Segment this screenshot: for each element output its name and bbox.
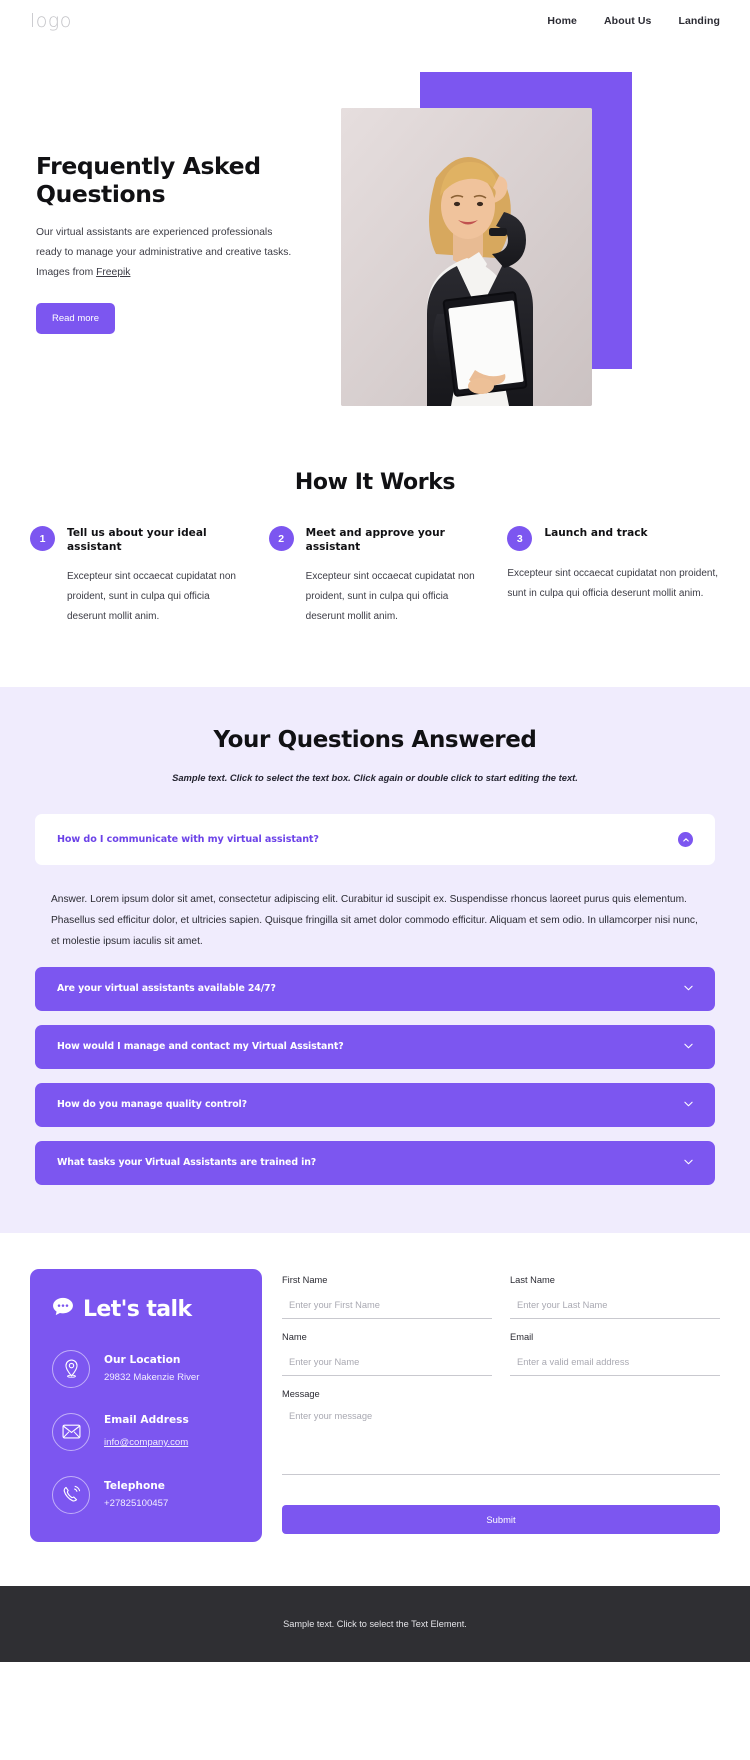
contact-item-text: Email Address info@company.com — [104, 1414, 189, 1450]
faq-section: Your Questions Answered Sample text. Cli… — [0, 687, 750, 1233]
accordion-question: What tasks your Virtual Assistants are t… — [57, 1157, 317, 1169]
step-description: Excepteur sint occaecat cupidatat non pr… — [67, 571, 236, 623]
hero-paragraph-line-2: ready to manage your administrative and … — [36, 247, 292, 259]
faq-subtitle: Sample text. Click to select the text bo… — [172, 772, 578, 784]
contact-item-label: Email Address — [104, 1413, 189, 1426]
site-header: logo Home About Us Landing — [0, 0, 750, 42]
first-name-label: First Name — [282, 1274, 328, 1285]
hero-paragraph-line-1: Our virtual assistants are experienced p… — [36, 227, 273, 239]
step-item-3: 3 Launch and track Excepteur sint occaec… — [507, 525, 720, 627]
map-pin-icon — [52, 1349, 90, 1388]
form-group-name: Name — [282, 1332, 492, 1376]
freepik-link[interactable]: Freepik — [96, 267, 130, 278]
form-group-first-name: First Name — [282, 1275, 492, 1319]
accordion-question: How would I manage and contact my Virtua… — [57, 1041, 344, 1053]
nav-item-home[interactable]: Home — [547, 15, 577, 27]
step-header: 2 Meet and approve your assistant — [268, 525, 482, 554]
site-footer: Sample text. Click to select the Text El… — [0, 1585, 750, 1662]
chevron-up-circle-icon[interactable] — [678, 832, 693, 848]
submit-button[interactable]: Submit — [282, 1504, 720, 1534]
step-title: Launch and track — [544, 527, 648, 539]
accordion-question: How do you manage quality control? — [57, 1099, 248, 1111]
nav-item-landing[interactable]: Landing — [678, 15, 720, 27]
chat-bubble-icon — [52, 1297, 74, 1321]
hero-paragraph: Our virtual assistants are experienced p… — [36, 223, 306, 282]
hero-section: Frequently Asked Questions Our virtual a… — [0, 42, 750, 442]
steps-list: 1 Tell us about your ideal assistant Exc… — [30, 525, 720, 627]
contact-item-text: Telephone +27825100457 — [104, 1480, 168, 1509]
name-label: Name — [282, 1331, 307, 1342]
step-number-badge: 2 — [268, 526, 294, 551]
chevron-down-icon[interactable] — [684, 1100, 693, 1110]
step-item-2: 2 Meet and approve your assistant Except… — [268, 525, 482, 627]
hero-credit-prefix: Images from — [36, 266, 97, 278]
contact-item-email: Email Address info@company.com — [52, 1412, 240, 1451]
chevron-down-icon[interactable] — [684, 1042, 693, 1052]
hero-photo — [341, 108, 592, 406]
contact-section: Let's talk Our Location 29832 Makenzie R… — [0, 1232, 750, 1586]
chevron-down-icon[interactable] — [684, 984, 693, 994]
accordion-question: How do I communicate with my virtual ass… — [57, 834, 319, 846]
step-description: Excepteur sint occaecat cupidatat non pr… — [507, 568, 719, 599]
step-title: Meet and approve your assistant — [305, 527, 445, 554]
accordion-question: Are your virtual assistants available 24… — [57, 983, 276, 995]
form-group-email: Email — [510, 1332, 720, 1376]
read-more-button[interactable]: Read more — [36, 302, 115, 334]
lets-talk-card: Let's talk Our Location 29832 Makenzie R… — [30, 1268, 262, 1542]
step-header: 1 Tell us about your ideal assistant — [30, 525, 243, 554]
page-title: Frequently Asked Questions — [36, 152, 261, 209]
accordion-item-open[interactable]: How do I communicate with my virtual ass… — [35, 814, 715, 866]
hero-copy: Frequently Asked Questions Our virtual a… — [36, 152, 306, 334]
step-header: 3 Launch and track — [507, 525, 720, 551]
form-row-1: First Name Last Name — [282, 1275, 720, 1332]
nav-item-about-us[interactable]: About Us — [604, 15, 651, 27]
lets-talk-header: Let's talk — [52, 1297, 240, 1322]
main-navigation: Home About Us Landing — [547, 15, 720, 27]
contact-item-text: Our Location 29832 Makenzie River — [104, 1354, 199, 1383]
footer-text: Sample text. Click to select the Text El… — [283, 1618, 467, 1629]
contact-item-value: +27825100457 — [104, 1498, 169, 1510]
faq-title: Your Questions Answered — [213, 727, 537, 754]
contact-item-value: 29832 Makenzie River — [104, 1372, 200, 1384]
form-row-2: Name Email — [282, 1332, 720, 1389]
site-logo[interactable]: logo — [30, 10, 72, 32]
step-number-badge: 3 — [507, 526, 533, 551]
contact-item-value[interactable]: info@company.com — [104, 1437, 188, 1448]
contact-item-label: Telephone — [104, 1480, 165, 1493]
lets-talk-title: Let's talk — [83, 1296, 192, 1322]
businesswoman-illustration — [341, 108, 592, 406]
message-textarea[interactable] — [282, 1408, 720, 1475]
last-name-label: Last Name — [510, 1274, 555, 1285]
step-number-badge: 1 — [30, 526, 55, 551]
how-it-works-section: How It Works 1 Tell us about your ideal … — [0, 442, 750, 688]
step-item-1: 1 Tell us about your ideal assistant Exc… — [30, 525, 243, 627]
contact-item-label: Our Location — [104, 1354, 181, 1367]
contact-form: First Name Last Name Name Email Message … — [282, 1269, 720, 1542]
envelope-icon — [52, 1412, 90, 1451]
accordion-item-1[interactable]: Are your virtual assistants available 24… — [35, 966, 715, 1011]
accordion-item-2[interactable]: How would I manage and contact my Virtua… — [35, 1024, 715, 1069]
phone-icon — [52, 1475, 90, 1514]
form-group-last-name: Last Name — [510, 1275, 720, 1319]
accordion-answer: Answer. Lorem ipsum dolor sit amet, cons… — [51, 894, 698, 947]
accordion-item-4[interactable]: What tasks your Virtual Assistants are t… — [35, 1140, 715, 1185]
last-name-input[interactable] — [510, 1299, 720, 1319]
step-title: Tell us about your ideal assistant — [67, 527, 207, 554]
form-group-message: Message — [282, 1389, 720, 1480]
step-description: Excepteur sint occaecat cupidatat non pr… — [305, 571, 475, 623]
message-label: Message — [282, 1388, 320, 1399]
chevron-down-icon[interactable] — [684, 1158, 693, 1168]
email-label: Email — [510, 1331, 534, 1342]
how-it-works-title: How It Works — [294, 470, 456, 495]
name-input[interactable] — [282, 1356, 492, 1376]
contact-item-location: Our Location 29832 Makenzie River — [52, 1349, 240, 1388]
contact-item-telephone: Telephone +27825100457 — [52, 1475, 240, 1514]
email-input[interactable] — [510, 1356, 720, 1376]
accordion-item-3[interactable]: How do you manage quality control? — [35, 1082, 715, 1127]
first-name-input[interactable] — [282, 1299, 492, 1319]
